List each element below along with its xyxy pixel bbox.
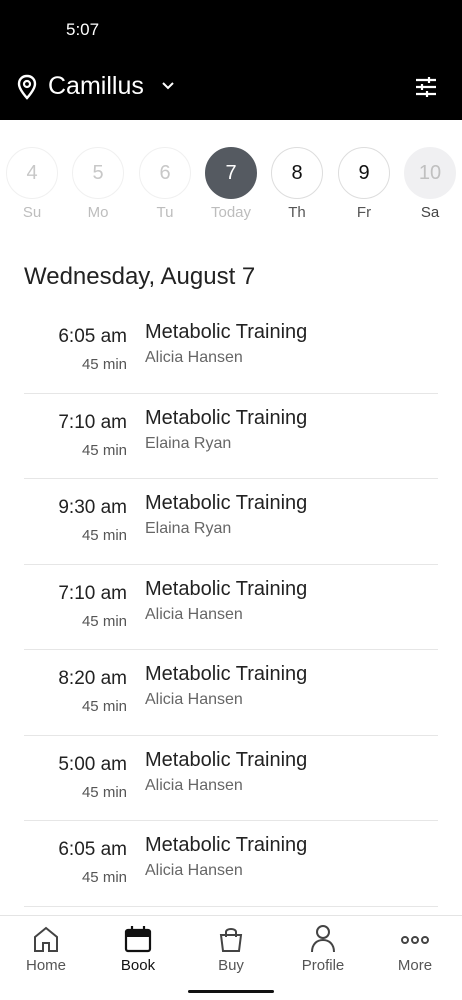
location-name[interactable]: Camillus xyxy=(48,72,144,101)
tab-home[interactable]: Home xyxy=(6,924,86,974)
day-label: Su xyxy=(22,204,42,221)
day-number: 4 xyxy=(6,147,58,199)
day-friday[interactable]: 9 Fr xyxy=(338,147,390,221)
day-label: Th xyxy=(288,204,306,221)
person-icon xyxy=(311,925,335,953)
calendar-icon xyxy=(124,926,152,953)
class-time: 9:30 am xyxy=(58,497,127,518)
class-name: Metabolic Training xyxy=(145,406,308,429)
class-duration: 45 min xyxy=(81,527,127,544)
day-number: 6 xyxy=(139,147,191,199)
bottom-tab-bar: Home Book Buy Profile More xyxy=(0,915,462,1000)
class-instructor: Alicia Hansen xyxy=(145,776,243,794)
class-name: Metabolic Training xyxy=(145,748,308,771)
class-row[interactable]: 6:05 am 45 min Metabolic Training Alicia… xyxy=(24,308,438,394)
class-time: 6:05 am xyxy=(58,839,127,860)
class-time: 5:00 am xyxy=(58,753,127,775)
chevron-down-icon[interactable] xyxy=(160,78,176,94)
day-thursday[interactable]: 8 Th xyxy=(271,147,323,221)
day-saturday[interactable]: 10 Sa xyxy=(404,147,456,221)
class-instructor: Alicia Hansen xyxy=(145,862,243,879)
class-row[interactable]: 7:10 am 45 min Metabolic Training Elaina… xyxy=(24,394,438,479)
tab-buy[interactable]: Buy xyxy=(191,924,271,974)
class-duration: 45 min xyxy=(81,441,127,459)
class-name: Metabolic Training xyxy=(145,492,308,514)
tab-label: Book xyxy=(120,957,156,974)
day-label: Fr xyxy=(356,204,372,221)
status-bar: 5:07 xyxy=(0,0,462,60)
day-sunday[interactable]: 4 Su xyxy=(6,147,58,221)
day-number: 5 xyxy=(72,147,124,199)
day-number: 8 xyxy=(271,147,323,199)
shopping-bag-icon xyxy=(219,928,243,952)
tab-label: Home xyxy=(25,957,66,974)
day-number: 7 xyxy=(205,147,257,199)
tab-more[interactable]: More xyxy=(375,924,455,974)
day-label: Today xyxy=(210,204,252,221)
day-today[interactable]: 7 Today xyxy=(205,147,257,221)
class-instructor: Elaina Ryan xyxy=(145,434,232,452)
home-indicator xyxy=(188,990,274,993)
class-time: 7:10 am xyxy=(58,411,127,433)
class-row[interactable]: 7:10 am 45 min Metabolic Training Alicia… xyxy=(24,565,438,650)
class-duration: 45 min xyxy=(81,356,127,373)
class-name: Metabolic Training xyxy=(145,321,308,343)
day-label: Mo xyxy=(87,204,109,221)
class-name: Metabolic Training xyxy=(145,577,308,600)
map-pin-icon[interactable] xyxy=(16,74,38,100)
day-number: 10 xyxy=(404,147,456,199)
class-name: Metabolic Training xyxy=(145,663,308,685)
day-label: Sa xyxy=(420,204,440,221)
tab-label: Buy xyxy=(218,957,244,974)
day-label: Tu xyxy=(156,204,174,221)
date-heading: Wednesday, August 7 xyxy=(24,263,256,290)
class-instructor: Alicia Hansen xyxy=(145,605,243,623)
class-row[interactable]: 6:05 am 45 min Metabolic Training Alicia… xyxy=(24,821,438,907)
day-number: 9 xyxy=(338,147,390,199)
day-tuesday[interactable]: 6 Tu xyxy=(139,147,191,221)
week-day-selector: 4 Su 5 Mo 6 Tu 7 Today 8 Th 9 Fr 10 Sa xyxy=(0,120,462,232)
class-time: 6:05 am xyxy=(58,326,127,347)
class-instructor: Elaina Ryan xyxy=(145,520,232,537)
day-monday[interactable]: 5 Mo xyxy=(72,147,124,221)
tab-profile[interactable]: Profile xyxy=(283,924,363,974)
more-dots-icon xyxy=(401,936,429,944)
class-list: 6:05 am 45 min Metabolic Training Alicia… xyxy=(24,308,438,907)
class-row[interactable]: 9:30 am 45 min Metabolic Training Elaina… xyxy=(24,479,438,565)
tab-label: Profile xyxy=(301,957,345,974)
tab-label: More xyxy=(397,957,433,974)
class-instructor: Alicia Hansen xyxy=(145,691,243,708)
tab-book[interactable]: Book xyxy=(98,924,178,974)
status-time: 5:07 xyxy=(66,20,100,39)
class-row[interactable]: 5:00 am 45 min Metabolic Training Alicia… xyxy=(24,736,438,821)
class-time: 7:10 am xyxy=(58,582,127,604)
class-duration: 45 min xyxy=(81,869,127,886)
class-instructor: Alicia Hansen xyxy=(145,349,243,366)
class-duration: 45 min xyxy=(81,698,127,715)
sliders-icon[interactable] xyxy=(414,75,438,99)
home-icon xyxy=(34,926,58,952)
header-bar: Camillus xyxy=(0,60,462,120)
class-row[interactable]: 8:20 am 45 min Metabolic Training Alicia… xyxy=(24,650,438,736)
class-name: Metabolic Training xyxy=(145,834,308,856)
class-time: 8:20 am xyxy=(58,668,127,689)
class-duration: 45 min xyxy=(81,783,127,801)
class-duration: 45 min xyxy=(81,612,127,630)
